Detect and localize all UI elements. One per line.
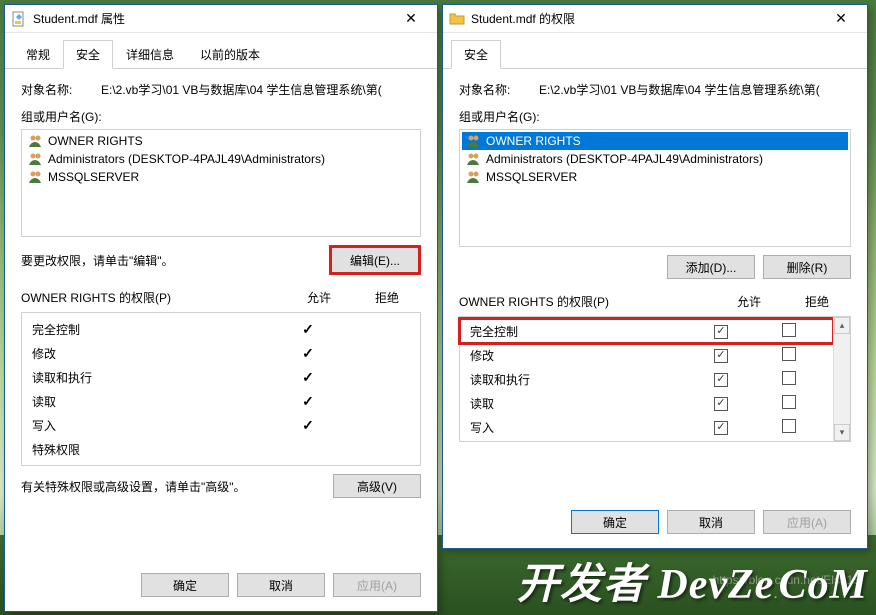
permissions-header: OWNER RIGHTS 的权限(P) xyxy=(21,289,285,306)
scroll-up-icon[interactable]: ▴ xyxy=(834,317,850,334)
allow-check-icon: ✓ xyxy=(302,417,314,434)
tab-general[interactable]: 常规 xyxy=(13,40,63,69)
perm-row: 读取和执行✓ xyxy=(22,365,420,389)
titlebar[interactable]: Student.mdf 属性 ✕ xyxy=(5,5,437,33)
tab-bar: 安全 xyxy=(443,33,867,69)
allow-column-header: 允许 xyxy=(285,289,353,306)
list-item[interactable]: OWNER RIGHTS xyxy=(24,132,418,150)
deny-checkbox[interactable] xyxy=(782,371,796,385)
apply-button[interactable]: 应用(A) xyxy=(763,510,851,534)
perm-row: 完全控制 xyxy=(460,319,833,343)
remove-button[interactable]: 删除(R) xyxy=(763,255,851,279)
list-item[interactable]: MSSQLSERVER xyxy=(24,168,418,186)
group-icon xyxy=(28,152,44,166)
list-item[interactable]: Administrators (DESKTOP-4PAJL49\Administ… xyxy=(462,150,848,168)
allow-checkbox[interactable] xyxy=(714,397,728,411)
tab-bar: 常规 安全 详细信息 以前的版本 xyxy=(5,33,437,69)
perm-row: 修改 xyxy=(460,343,833,367)
tab-security[interactable]: 安全 xyxy=(63,40,113,69)
tab-security[interactable]: 安全 xyxy=(451,40,501,69)
cancel-button[interactable]: 取消 xyxy=(667,510,755,534)
perm-row: 读取 xyxy=(460,391,833,415)
group-icon xyxy=(28,134,44,148)
cancel-button[interactable]: 取消 xyxy=(237,573,325,597)
list-item[interactable]: MSSQLSERVER xyxy=(462,168,848,186)
edit-hint: 要更改权限，请单击"编辑"。 xyxy=(21,252,321,269)
watermark-logo: 开发者 DevZe.CoM xyxy=(517,550,868,611)
list-item-label: OWNER RIGHTS xyxy=(48,134,143,148)
window-title: Student.mdf 的权限 xyxy=(471,10,821,27)
dialog-buttons: 确定 取消 应用(A) xyxy=(443,500,867,548)
dialog-buttons: 确定 取消 应用(A) xyxy=(5,563,437,611)
file-icon xyxy=(11,11,27,27)
allow-checkbox[interactable] xyxy=(714,349,728,363)
advanced-button[interactable]: 高级(V) xyxy=(333,474,421,498)
window-title: Student.mdf 属性 xyxy=(33,10,391,27)
allow-check-icon: ✓ xyxy=(302,345,314,362)
allow-check-icon: ✓ xyxy=(302,393,314,410)
deny-column-header: 拒绝 xyxy=(783,293,851,310)
advanced-hint: 有关特殊权限或高级设置，请单击"高级"。 xyxy=(21,478,325,495)
list-item-label: Administrators (DESKTOP-4PAJL49\Administ… xyxy=(48,152,325,166)
list-item-label: OWNER RIGHTS xyxy=(486,134,581,148)
add-button[interactable]: 添加(D)... xyxy=(667,255,755,279)
group-icon xyxy=(466,152,482,166)
permissions-dialog: Student.mdf 的权限 ✕ 安全 对象名称: E:\2.vb学习\01 … xyxy=(442,4,868,549)
scroll-down-icon[interactable]: ▾ xyxy=(834,424,850,441)
allow-check-icon: ✓ xyxy=(302,369,314,386)
permissions-header: OWNER RIGHTS 的权限(P) xyxy=(459,293,715,310)
tab-previous-versions[interactable]: 以前的版本 xyxy=(187,40,273,69)
perm-row: 写入✓ xyxy=(22,413,420,437)
allow-column-header: 允许 xyxy=(715,293,783,310)
object-name-label: 对象名称: xyxy=(459,81,539,98)
deny-checkbox[interactable] xyxy=(782,323,796,337)
perm-row: 修改✓ xyxy=(22,341,420,365)
close-button[interactable]: ✕ xyxy=(391,6,431,32)
object-name-value: E:\2.vb学习\01 VB与数据库\04 学生信息管理系统\第( xyxy=(539,81,851,98)
list-item[interactable]: Administrators (DESKTOP-4PAJL49\Administ… xyxy=(24,150,418,168)
deny-checkbox[interactable] xyxy=(782,395,796,409)
apply-button[interactable]: 应用(A) xyxy=(333,573,421,597)
groups-label: 组或用户名(G): xyxy=(21,108,421,125)
groups-listbox[interactable]: OWNER RIGHTS Administrators (DESKTOP-4PA… xyxy=(459,129,851,247)
tab-details[interactable]: 详细信息 xyxy=(113,40,187,69)
ok-button[interactable]: 确定 xyxy=(141,573,229,597)
folder-icon xyxy=(449,11,465,27)
groups-label: 组或用户名(G): xyxy=(459,108,851,125)
deny-checkbox[interactable] xyxy=(782,347,796,361)
list-item-label: MSSQLSERVER xyxy=(486,170,577,184)
object-name-value: E:\2.vb学习\01 VB与数据库\04 学生信息管理系统\第( xyxy=(101,81,421,98)
groups-listbox[interactable]: OWNER RIGHTS Administrators (DESKTOP-4PA… xyxy=(21,129,421,237)
list-item-label: MSSQLSERVER xyxy=(48,170,139,184)
allow-checkbox[interactable] xyxy=(714,325,728,339)
scrollbar[interactable]: ▴ ▾ xyxy=(833,317,850,441)
permissions-list: 完全控制 修改 读取和执行 读取 写入 ▴ ▾ xyxy=(459,316,851,442)
perm-row: 完全控制✓ xyxy=(22,317,420,341)
deny-column-header: 拒绝 xyxy=(353,289,421,306)
perm-row: 写入 xyxy=(460,415,833,439)
titlebar[interactable]: Student.mdf 的权限 ✕ xyxy=(443,5,867,33)
perm-row: 特殊权限 xyxy=(22,437,420,461)
list-item-label: Administrators (DESKTOP-4PAJL49\Administ… xyxy=(486,152,763,166)
object-name-label: 对象名称: xyxy=(21,81,101,98)
deny-checkbox[interactable] xyxy=(782,419,796,433)
list-item[interactable]: OWNER RIGHTS xyxy=(462,132,848,150)
group-icon xyxy=(28,170,44,184)
perm-row: 读取✓ xyxy=(22,389,420,413)
allow-check-icon: ✓ xyxy=(302,321,314,338)
properties-dialog: Student.mdf 属性 ✕ 常规 安全 详细信息 以前的版本 对象名称: … xyxy=(4,4,438,612)
allow-checkbox[interactable] xyxy=(714,373,728,387)
group-icon xyxy=(466,170,482,184)
group-icon xyxy=(466,134,482,148)
permissions-list: 完全控制✓ 修改✓ 读取和执行✓ 读取✓ 写入✓ 特殊权限 xyxy=(21,312,421,466)
perm-row: 读取和执行 xyxy=(460,367,833,391)
close-button[interactable]: ✕ xyxy=(821,6,861,32)
edit-button[interactable]: 编辑(E)... xyxy=(329,245,421,275)
ok-button[interactable]: 确定 xyxy=(571,510,659,534)
allow-checkbox[interactable] xyxy=(714,421,728,435)
